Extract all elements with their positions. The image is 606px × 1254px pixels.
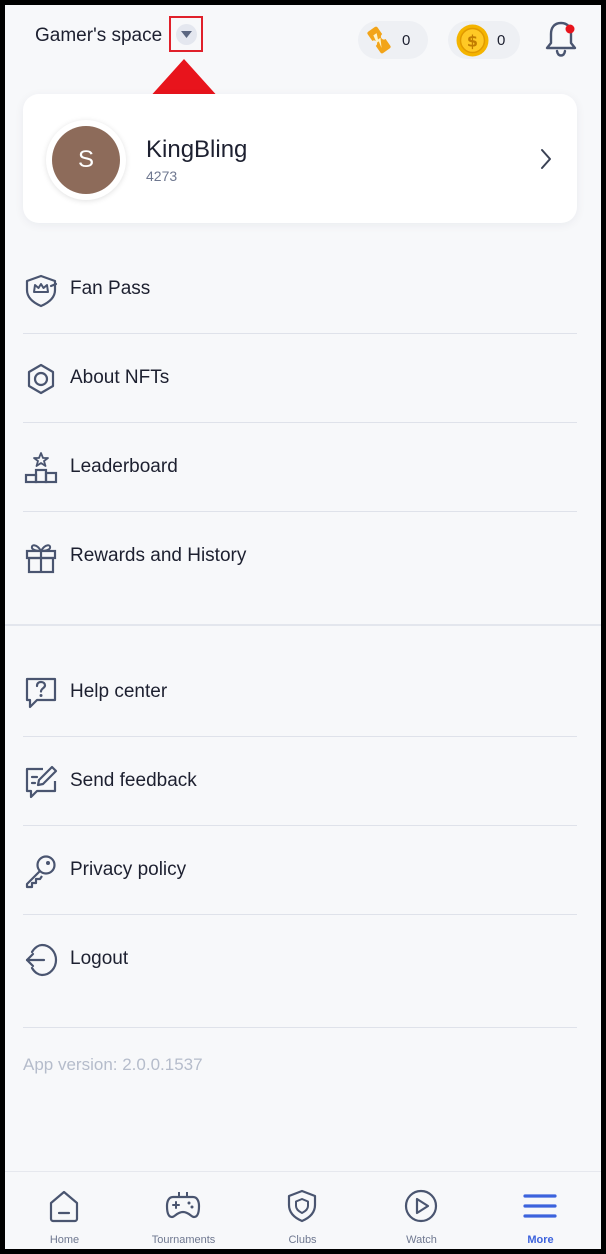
menu-item-label: Fan Pass xyxy=(70,278,151,299)
menu-item-label: Privacy policy xyxy=(70,859,187,880)
help-icon xyxy=(25,677,57,709)
tab-more[interactable]: More xyxy=(481,1172,600,1249)
tickets-balance[interactable]: 0 xyxy=(358,21,428,59)
coins-count: 0 xyxy=(497,32,506,49)
ticket-icon xyxy=(367,26,391,54)
shield-icon xyxy=(287,1189,317,1223)
space-dropdown-highlight[interactable] xyxy=(169,16,203,52)
section-divider xyxy=(5,624,601,626)
bottom-tab-bar: Home Tournaments Clubs Watch More xyxy=(5,1171,601,1249)
menu-item-about-nfts[interactable]: About NFTs xyxy=(23,334,577,423)
coins-balance[interactable]: $ 0 xyxy=(448,21,520,59)
tab-label: Tournaments xyxy=(151,1234,216,1246)
menu-item-label: Leaderboard xyxy=(70,456,178,477)
gamepad-icon xyxy=(165,1192,201,1219)
nft-icon xyxy=(27,363,55,395)
avatar-initial: S xyxy=(52,126,120,194)
caret-down-icon xyxy=(181,31,192,38)
bell-icon xyxy=(545,21,577,57)
tab-label: Watch xyxy=(406,1234,437,1246)
tab-clubs[interactable]: Clubs xyxy=(243,1172,362,1249)
tab-label: Clubs xyxy=(288,1234,317,1246)
menu-item-label: Logout xyxy=(70,948,129,969)
svg-text:$: $ xyxy=(467,32,478,51)
menu-item-label: Help center xyxy=(70,681,168,702)
menu-item-label: Rewards and History xyxy=(70,545,247,566)
notifications-button[interactable] xyxy=(543,19,579,59)
chevron-right-icon xyxy=(541,149,551,169)
profile-id: 4273 xyxy=(146,168,178,184)
leaderboard-icon xyxy=(24,452,58,484)
tab-label: More xyxy=(527,1234,554,1246)
tab-watch[interactable]: Watch xyxy=(362,1172,481,1249)
dropdown-button[interactable] xyxy=(176,24,197,45)
fan-pass-icon xyxy=(25,274,58,308)
menu-icon xyxy=(523,1194,557,1218)
space-title[interactable]: Gamer's space xyxy=(35,25,162,47)
tab-tournaments[interactable]: Tournaments xyxy=(124,1172,243,1249)
play-icon xyxy=(404,1189,438,1223)
feedback-icon xyxy=(25,765,58,799)
app-frame: Gamer's space 0 $ 0 S KingBling 4273 Fan… xyxy=(0,0,606,1254)
tab-label: Home xyxy=(49,1234,80,1246)
menu-item-privacy-policy[interactable]: Privacy policy xyxy=(23,826,577,915)
version-divider xyxy=(23,1027,577,1028)
avatar: S xyxy=(46,120,126,200)
logout-icon xyxy=(25,943,58,977)
key-icon xyxy=(25,855,56,889)
menu-item-help-center[interactable]: Help center xyxy=(23,648,577,737)
home-icon xyxy=(49,1190,79,1223)
menu-item-send-feedback[interactable]: Send feedback xyxy=(23,737,577,826)
profile-name: KingBling xyxy=(146,136,248,163)
top-bar: Gamer's space 0 $ 0 xyxy=(5,5,601,135)
profile-card[interactable]: S KingBling 4273 xyxy=(23,94,577,223)
menu-item-fan-pass[interactable]: Fan Pass xyxy=(23,245,577,334)
app-version: App version: 2.0.0.1537 xyxy=(23,1055,203,1074)
notification-dot xyxy=(565,24,575,34)
tab-home[interactable]: Home xyxy=(5,1172,124,1249)
menu-item-rewards-history[interactable]: Rewards and History xyxy=(23,512,577,601)
more-screen: Gamer's space 0 $ 0 S KingBling 4273 Fan… xyxy=(5,5,601,1249)
menu-item-label: Send feedback xyxy=(70,770,197,791)
tickets-count: 0 xyxy=(402,32,411,49)
gift-icon xyxy=(25,544,57,574)
menu-item-logout[interactable]: Logout xyxy=(23,915,577,1004)
coin-icon: $ xyxy=(456,24,489,57)
menu-item-leaderboard[interactable]: Leaderboard xyxy=(23,423,577,512)
menu-item-label: About NFTs xyxy=(70,367,170,388)
